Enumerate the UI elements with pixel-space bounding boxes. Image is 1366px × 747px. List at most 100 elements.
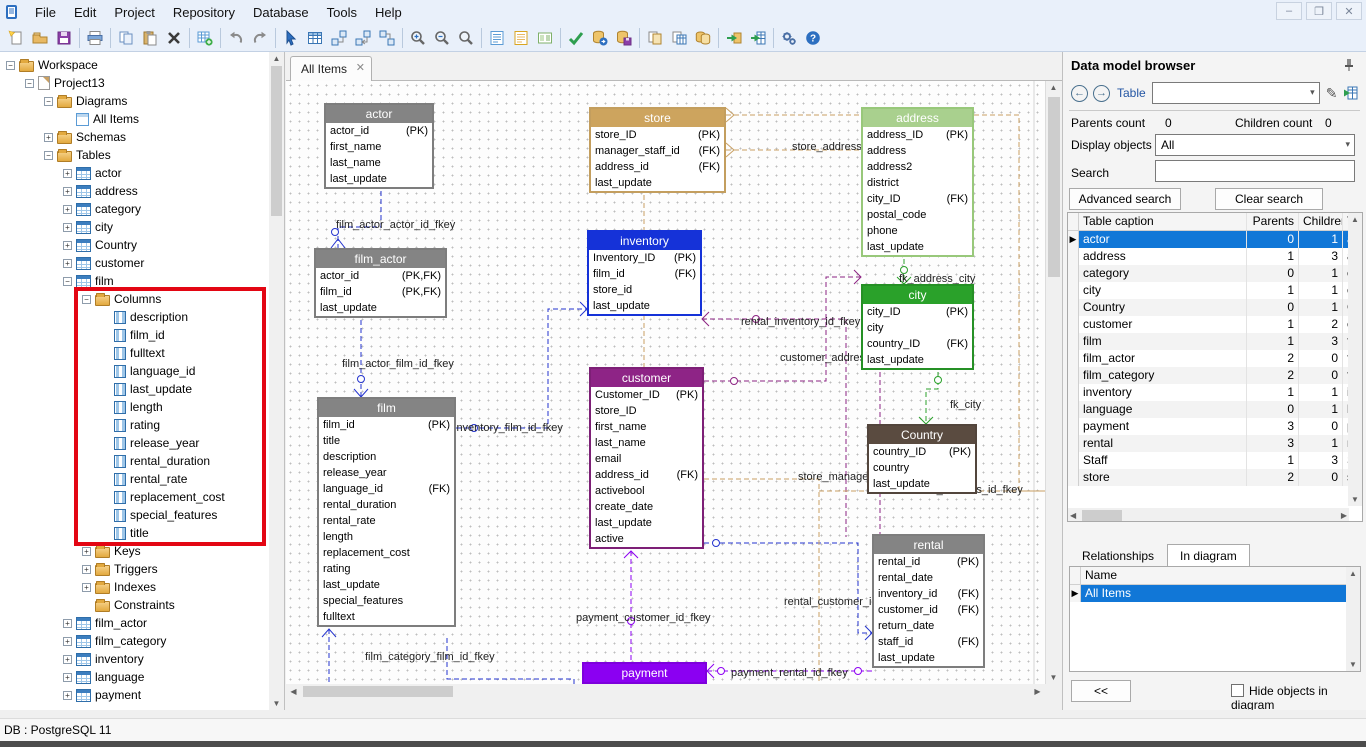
entity-address[interactable]: addressaddress_ID(PK)addressaddress2dist… (861, 107, 974, 257)
grid-row-language[interactable]: language01language (1068, 401, 1362, 418)
tree-item-last-update[interactable]: last_update (101, 380, 192, 398)
tree-item-language[interactable]: +language (63, 668, 144, 686)
entity-city[interactable]: citycity_ID(PK)citycountry_ID(FK)last_up… (861, 284, 974, 370)
tree-item-tables[interactable]: −Tables (44, 146, 111, 164)
entity-inventory[interactable]: inventoryInventory_ID(PK)film_id(FK)stor… (587, 230, 702, 316)
tree-item-film-actor[interactable]: +film_actor (63, 614, 147, 632)
copy-table-icon[interactable] (667, 26, 691, 50)
expander-minus-icon[interactable]: − (44, 97, 53, 106)
pointer-icon[interactable] (279, 26, 303, 50)
expander-plus-icon[interactable]: + (63, 655, 72, 664)
grid-row-country[interactable]: Country01Country (1068, 299, 1362, 316)
tree-item-film[interactable]: −film (63, 272, 114, 290)
collapse-panel-button[interactable]: << (1071, 680, 1131, 702)
view-script-icon[interactable] (509, 26, 533, 50)
menu-database[interactable]: Database (244, 2, 318, 23)
help-icon[interactable]: ? (801, 26, 825, 50)
references-icon[interactable] (375, 26, 399, 50)
expander-plus-icon[interactable]: + (63, 259, 72, 268)
grid-row-category[interactable]: category01category (1068, 265, 1362, 282)
scroll-up-arrow[interactable]: ▲ (1046, 83, 1061, 92)
expander-minus-icon[interactable]: − (82, 295, 91, 304)
database-save-icon[interactable] (612, 26, 636, 50)
tree-item-all-items[interactable]: All Items (63, 110, 139, 128)
menu-file[interactable]: File (26, 2, 65, 23)
print-icon[interactable] (83, 26, 107, 50)
scroll-right-arrow[interactable]: ▶ (1030, 684, 1045, 699)
scroll-right-arrow[interactable]: ▶ (1341, 511, 1347, 520)
grid-row-address[interactable]: address13address (1068, 248, 1362, 265)
copy-document-icon[interactable] (643, 26, 667, 50)
grid-header-parents[interactable]: Parents (1247, 213, 1299, 230)
grid-row-city[interactable]: city11city (1068, 282, 1362, 299)
tree-item-title[interactable]: title (101, 524, 149, 542)
grid-vertical-scrollbar[interactable]: ▲ ▼ (1348, 213, 1362, 506)
grid-row-film-actor[interactable]: film_actor20film_actor (1068, 350, 1362, 367)
clear-search-button[interactable]: Clear search (1215, 188, 1323, 210)
scroll-down-arrow[interactable]: ▼ (1346, 660, 1360, 669)
copy-database-icon[interactable] (691, 26, 715, 50)
tree-item-columns[interactable]: −Columns (82, 290, 161, 308)
diagram-canvas[interactable]: film_actor_actor_id_fkeyfilm_actor_film_… (286, 81, 1045, 684)
scroll-down-arrow[interactable]: ▼ (1348, 495, 1362, 504)
tree-item-rental-duration[interactable]: rental_duration (101, 452, 210, 470)
save-icon[interactable] (52, 26, 76, 50)
copy-icon[interactable] (114, 26, 138, 50)
tree-item-payment[interactable]: +payment (63, 686, 141, 704)
grid-header-children[interactable]: Children (1299, 213, 1343, 230)
expander-plus-icon[interactable]: + (82, 583, 91, 592)
expander-minus-icon[interactable]: − (25, 79, 34, 88)
zoom-in-icon[interactable] (406, 26, 430, 50)
tree-item-film-id[interactable]: film_id (101, 326, 165, 344)
table-icon[interactable] (303, 26, 327, 50)
expander-plus-icon[interactable]: + (63, 205, 72, 214)
tab-relationships[interactable]: Relationships (1069, 544, 1167, 567)
scrollbar-thumb[interactable] (303, 686, 453, 697)
expander-plus-icon[interactable]: + (44, 133, 53, 142)
scroll-up-arrow[interactable]: ▲ (1348, 215, 1362, 224)
tree-item-category[interactable]: +category (63, 200, 141, 218)
grid-row-inventory[interactable]: inventory11inventory (1068, 384, 1362, 401)
view-document-icon[interactable] (485, 26, 509, 50)
tree-item-constraints[interactable]: Constraints (82, 596, 175, 614)
entity-payment[interactable]: payment (582, 662, 707, 684)
back-button[interactable]: ← (1071, 85, 1088, 102)
menu-edit[interactable]: Edit (65, 2, 105, 23)
search-input[interactable] (1155, 160, 1355, 182)
tree-item-project13[interactable]: −Project13 (25, 74, 105, 92)
tree-item-inventory[interactable]: +inventory (63, 650, 144, 668)
grid-row-film-category[interactable]: film_category20film_category (1068, 367, 1362, 384)
forward-button[interactable]: → (1093, 85, 1110, 102)
expander-plus-icon[interactable]: + (82, 547, 91, 556)
tree-item-replacement-cost[interactable]: replacement_cost (101, 488, 225, 506)
scroll-left-arrow[interactable]: ◀ (286, 684, 301, 699)
expander-plus-icon[interactable]: + (63, 691, 72, 700)
validate-icon[interactable] (564, 26, 588, 50)
tree-item-film-category[interactable]: +film_category (63, 632, 166, 650)
tree-item-rental-rate[interactable]: rental_rate (101, 470, 187, 488)
list-vertical-scrollbar[interactable]: ▲ ▼ (1346, 567, 1360, 671)
delete-icon[interactable] (162, 26, 186, 50)
tree-item-keys[interactable]: +Keys (82, 542, 141, 560)
menu-help[interactable]: Help (366, 2, 411, 23)
canvas-horizontal-scrollbar[interactable]: ◀ ▶ (286, 684, 1045, 699)
grid-horizontal-scrollbar[interactable]: ◀ ▶ (1068, 508, 1349, 522)
entity-actor[interactable]: actoractor_id(PK)first_namelast_namelast… (324, 103, 434, 189)
expander-plus-icon[interactable]: + (63, 637, 72, 646)
expander-minus-icon[interactable]: − (63, 277, 72, 286)
grid-header-marker[interactable] (1068, 213, 1079, 230)
expander-plus-icon[interactable]: + (63, 169, 72, 178)
entity-film[interactable]: filmfilm_id(PK)titledescriptionrelease_y… (317, 397, 456, 627)
database-refresh-icon[interactable] (588, 26, 612, 50)
entity-country[interactable]: Countrycountry_ID(PK)countrylast_update (867, 424, 977, 494)
display-objects-select[interactable]: All ▾ (1155, 134, 1355, 156)
grid-header-table-caption[interactable]: Table caption (1079, 213, 1247, 230)
expander-plus-icon[interactable]: + (63, 223, 72, 232)
expander-plus-icon[interactable]: + (63, 241, 72, 250)
undo-icon[interactable] (224, 26, 248, 50)
paste-icon[interactable] (138, 26, 162, 50)
new-table-icon[interactable] (193, 26, 217, 50)
tree-item-language-id[interactable]: language_id (101, 362, 195, 380)
tab-in-diagram[interactable]: In diagram (1167, 544, 1250, 567)
tree-item-workspace[interactable]: −Workspace (6, 56, 98, 74)
